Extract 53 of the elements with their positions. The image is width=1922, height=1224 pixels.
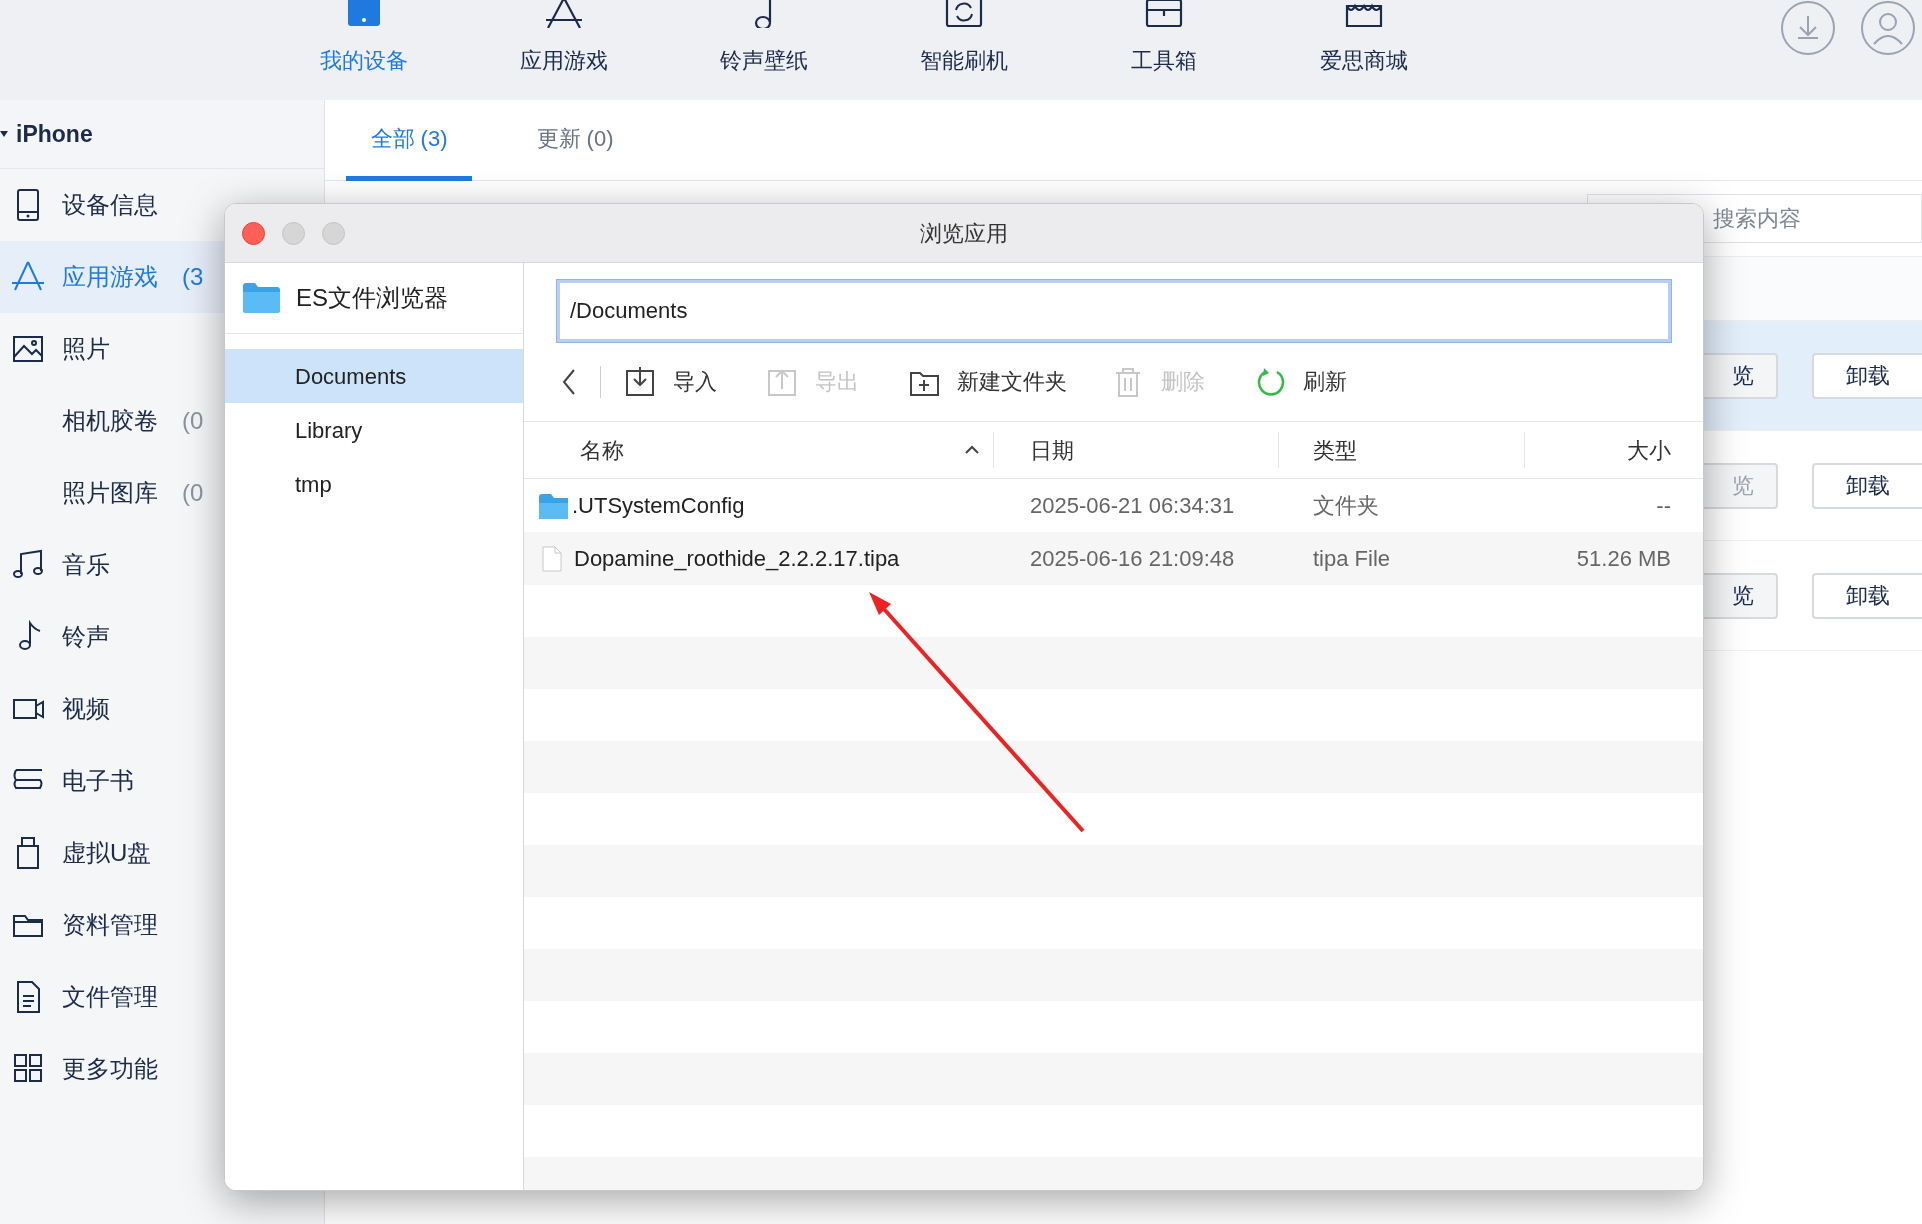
nav-tab[interactable]: 工具箱 <box>1064 0 1264 100</box>
sort-caret-icon[interactable] <box>965 444 979 456</box>
column-header[interactable]: 名称 <box>524 432 994 468</box>
sidebar-item[interactable]: 资料管理 <box>0 889 324 961</box>
window-title: 浏览应用 <box>920 219 1008 248</box>
refresh-icon <box>944 0 984 28</box>
file-name: Dopamine_roothide_2.2.2.17.tipa <box>574 545 900 573</box>
toolbar-button[interactable]: 导入 <box>625 365 717 398</box>
back-icon[interactable] <box>560 367 578 396</box>
nav-tab[interactable]: 智能刷机 <box>864 0 1064 100</box>
tab[interactable]: 更新 (0) <box>512 100 638 181</box>
uninstall-button[interactable]: 卸载 <box>1812 352 1922 399</box>
file-size: 51.26 MB <box>1575 545 1672 573</box>
import-icon <box>625 366 655 397</box>
folder-icon <box>242 282 281 314</box>
file-date: 2025-06-16 21:09:48 <box>1029 545 1236 573</box>
trash-icon <box>1113 366 1143 397</box>
nav-tab[interactable]: 我的设备 <box>264 0 464 100</box>
uninstall-button[interactable]: 卸载 <box>1812 572 1922 619</box>
sidebar-item[interactable]: 电子书 <box>0 745 324 817</box>
nav-tab[interactable]: 铃声壁纸 <box>664 0 864 100</box>
sidebar-item[interactable]: 更多功能 <box>0 1033 324 1105</box>
toolbar-button[interactable]: 新建文件夹 <box>909 365 1067 398</box>
nav-tab[interactable]: 应用游戏 <box>464 0 664 100</box>
sidebar-item[interactable]: 音乐 <box>0 529 324 601</box>
file-type: tipa File <box>1312 545 1392 573</box>
column-header[interactable]: 类型 <box>1279 432 1525 468</box>
close-button[interactable] <box>242 222 265 245</box>
sidebar-item[interactable]: 视频 <box>0 673 324 745</box>
path-field[interactable]: /Documents <box>557 280 1671 342</box>
download-icon[interactable] <box>1780 0 1836 56</box>
file-type: 文件夹 <box>1312 492 1380 520</box>
toolbar-button[interactable]: 刷新 <box>1255 365 1347 398</box>
nav-tab[interactable]: 爱思商城 <box>1264 0 1464 100</box>
sidebar-item[interactable]: 设备信息 <box>0 169 324 241</box>
folder-item[interactable]: Documents <box>225 349 523 403</box>
tab[interactable]: 全部 (3) <box>346 100 472 181</box>
search-field[interactable]: 搜索内容 <box>1587 194 1922 243</box>
sidebar-item[interactable]: 虚拟U盘 <box>0 817 324 889</box>
folder-item[interactable]: tmp <box>225 457 523 511</box>
uninstall-button[interactable]: 卸载 <box>1812 462 1922 509</box>
refresh-icon <box>1255 366 1285 397</box>
sidebar-item[interactable]: 文件管理 <box>0 961 324 1033</box>
user-avatar-icon[interactable] <box>1860 0 1916 56</box>
folder-icon <box>538 492 568 519</box>
file-name: .UTSystemConfig <box>572 492 745 520</box>
toolbox-icon <box>1144 0 1184 28</box>
column-header[interactable]: 日期 <box>994 432 1279 468</box>
file-row[interactable]: Dopamine_roothide_2.2.2.17.tipa 2025-06-16 21:09:48 tipa File 51.26 MB <box>524 532 1703 585</box>
folder-item[interactable]: Library <box>225 403 523 457</box>
sidebar-item[interactable]: 铃声 <box>0 601 324 673</box>
file-date: 2025-06-21 06:34:31 <box>1029 492 1236 520</box>
app-store-icon <box>544 0 584 28</box>
